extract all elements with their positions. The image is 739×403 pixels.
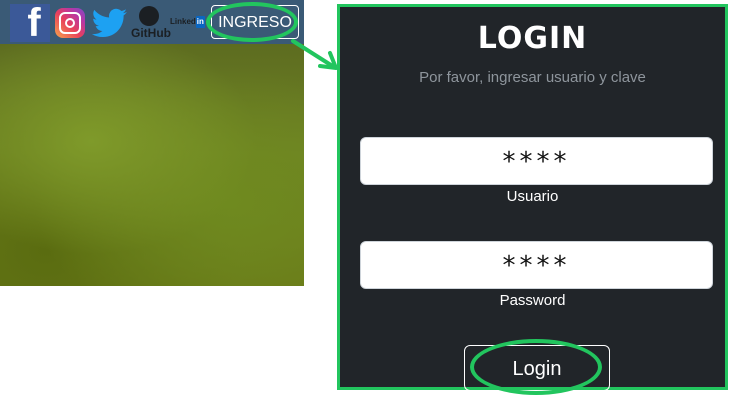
password-label: Password	[499, 292, 566, 309]
username-label: Usuario	[506, 188, 559, 205]
instagram-icon[interactable]	[55, 8, 85, 38]
ingreso-highlight-circle	[206, 2, 298, 42]
login-highlight-circle	[470, 339, 602, 395]
instagram-ring	[59, 12, 81, 34]
github-octocat-icon	[139, 6, 159, 26]
github-icon[interactable]: GitHub	[131, 4, 171, 42]
twitter-bird	[91, 8, 128, 38]
twitter-icon[interactable]	[90, 4, 130, 42]
linkedin-label: Linked	[170, 17, 196, 26]
login-subtitle: Por favor, ingresar usuario y clave	[419, 69, 646, 86]
facebook-icon[interactable]: f	[10, 1, 50, 45]
site-preview: f GitHub Linkedin INGRESO	[0, 0, 304, 286]
github-label: GitHub	[131, 26, 171, 40]
facebook-glyph: f	[27, 1, 41, 45]
navbar: f GitHub Linkedin INGRESO	[0, 0, 304, 44]
hero-background-image	[0, 44, 304, 286]
annotation-arrow-icon	[291, 39, 338, 70]
login-title: LOGIN	[477, 21, 588, 56]
username-input[interactable]: ****	[360, 137, 713, 185]
linkedin-icon[interactable]: Linkedin	[170, 16, 210, 28]
linkedin-in-badge: in	[195, 16, 205, 28]
login-modal: LOGIN Por favor, ingresar usuario y clav…	[337, 4, 728, 395]
password-input[interactable]: ****	[360, 241, 713, 289]
